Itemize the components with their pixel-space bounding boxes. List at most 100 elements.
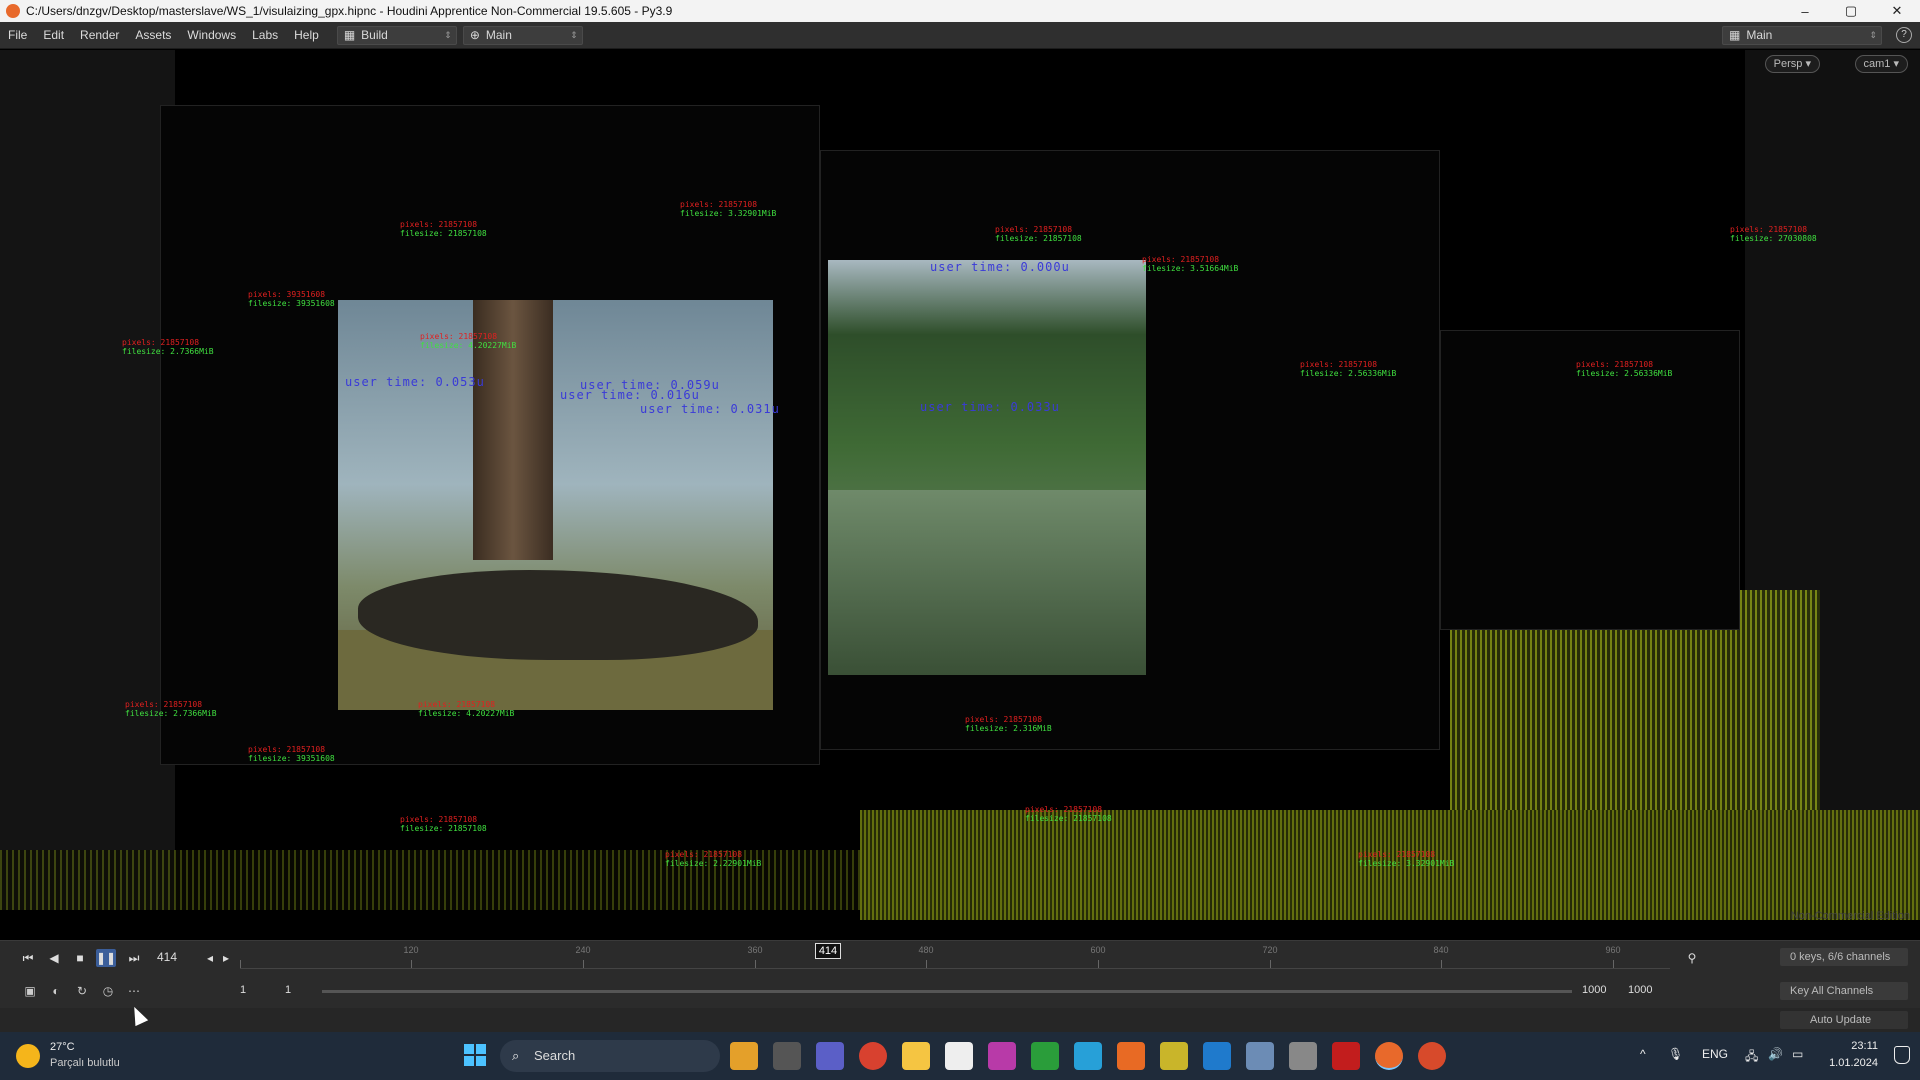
close-button[interactable]: ✕ — [1874, 3, 1920, 19]
point-label: pixels: 21857108 filesize: 21857108 — [400, 815, 487, 833]
playback-end-field[interactable]: 1000 — [1582, 984, 1606, 996]
window-titlebar: C:/Users/dnzgv/Desktop/masterslave/WS_1/… — [0, 0, 1920, 22]
menu-windows[interactable]: Windows — [179, 28, 244, 42]
non-commercial-watermark: Non-Commercial Edition — [1790, 910, 1910, 922]
volume-icon[interactable]: 🔊 — [1768, 1047, 1783, 1061]
point-label: pixels: 21857108 filesize: 2.7366MiB — [125, 700, 217, 718]
photo-park-image — [828, 260, 1146, 675]
jump-end-button[interactable]: ⏭ — [124, 949, 144, 967]
right-desktop-label: Main — [1746, 28, 1773, 42]
loop-icon[interactable]: ↻ — [72, 982, 92, 1000]
vscode-icon[interactable] — [1203, 1042, 1231, 1070]
keys-channels-display[interactable]: 0 keys, 6/6 channels — [1780, 948, 1908, 966]
chevron-down-icon: ⇕ — [444, 29, 452, 40]
camera-menu-button[interactable]: cam1 ▾ — [1854, 55, 1908, 73]
tick-label: 480 — [918, 945, 934, 955]
desktop-label: Build — [361, 28, 388, 42]
monitor-icon[interactable] — [1246, 1042, 1274, 1070]
user-time-label: user time: 0.000u — [930, 260, 1070, 274]
point-label: pixels: 21857108 filesize: 3.32901MiB — [680, 200, 777, 218]
chevron-up-icon[interactable]: ^ — [1640, 1047, 1646, 1061]
window-title: C:/Users/dnzgv/Desktop/masterslave/WS_1/… — [26, 4, 673, 18]
current-frame-field[interactable]: 414 — [157, 950, 177, 964]
minimize-button[interactable]: – — [1782, 4, 1828, 19]
widgets-icon[interactable] — [730, 1042, 758, 1070]
microphone-icon[interactable]: 🎙 — [1668, 1047, 1683, 1061]
network-icon: ⊕ — [469, 28, 480, 42]
file-explorer-icon[interactable] — [902, 1042, 930, 1070]
right-desktop-selector[interactable]: ▦ Main ⇕ — [1722, 25, 1882, 45]
menu-edit[interactable]: Edit — [35, 28, 72, 42]
network-icon[interactable]: 🖧 — [1745, 1047, 1758, 1068]
weather-text: Parçalı bulutlu — [50, 1057, 120, 1069]
range-slider[interactable] — [322, 990, 1572, 993]
key-all-channels-button[interactable]: Key All Channels — [1780, 982, 1908, 1000]
realtime-clock-icon[interactable]: ◷ — [98, 982, 118, 1000]
tick-label: 600 — [1090, 945, 1106, 955]
houdini-launcher-icon[interactable] — [1117, 1042, 1145, 1070]
app-icon[interactable] — [988, 1042, 1016, 1070]
system-clock[interactable]: 23:11 1.01.2024 — [1829, 1038, 1878, 1072]
persp-view-button[interactable]: Persp ▾ — [1764, 55, 1820, 73]
help-icon[interactable]: ? — [1896, 27, 1912, 43]
status-bar: Auto Update — [0, 1008, 1920, 1032]
global-end-field[interactable]: 1000 — [1628, 984, 1652, 996]
houdini-icon[interactable] — [1375, 1042, 1403, 1070]
audio-icon[interactable]: ◐ — [46, 982, 66, 1000]
language-indicator[interactable]: ENG — [1702, 1047, 1728, 1061]
search-placeholder: Search — [534, 1048, 576, 1063]
windows-start-icon[interactable] — [464, 1044, 486, 1066]
key-icon[interactable]: ⚲ — [1682, 949, 1702, 967]
global-start-field[interactable]: 1 — [240, 984, 246, 996]
menu-labs[interactable]: Labs — [244, 28, 286, 42]
task-view-icon[interactable] — [773, 1042, 801, 1070]
step-forward-button[interactable]: ▸ — [216, 949, 236, 967]
xbox-icon[interactable] — [1031, 1042, 1059, 1070]
viewport-left-shading — [0, 50, 175, 910]
point-label: pixels: 21857108 filesize: 2.56336MiB — [1576, 360, 1673, 378]
timeline-ruler[interactable]: 120 240 360 480 600 720 840 960 414 — [240, 943, 1670, 969]
user-time-label: user time: 0.016u — [560, 388, 700, 402]
battery-icon[interactable]: ▭ — [1792, 1047, 1803, 1061]
scope-icon[interactable]: ⋯ — [124, 982, 144, 1000]
stop-button[interactable]: ■ — [70, 949, 90, 967]
temperature: 27°C — [50, 1041, 75, 1053]
weather-icon — [16, 1044, 40, 1068]
menu-render[interactable]: Render — [72, 28, 127, 42]
pane-tab-selector[interactable]: ⊕ Main ⇕ — [462, 25, 583, 45]
frame-cursor[interactable]: 414 — [815, 943, 841, 959]
inkscape-icon[interactable] — [945, 1042, 973, 1070]
tick-label: 360 — [747, 945, 763, 955]
pdf-icon[interactable] — [1332, 1042, 1360, 1070]
point-label: pixels: 21857108 filesize: 3.32901MiB — [1358, 850, 1455, 868]
menu-help[interactable]: Help — [286, 28, 327, 42]
play-reverse-button[interactable]: ◀ — [44, 949, 64, 967]
point-label: pixels: 21857108 filesize: 4.20227MiB — [418, 700, 515, 718]
chrome-icon[interactable] — [859, 1042, 887, 1070]
pause-button[interactable]: ❚❚ — [96, 949, 116, 967]
playback-start-field[interactable]: 1 — [285, 984, 291, 996]
pane-tab-label: Main — [485, 28, 512, 42]
point-label: pixels: 21857108 filesize: 21857108 — [995, 225, 1082, 243]
menu-assets[interactable]: Assets — [127, 28, 179, 42]
notification-bell-icon[interactable] — [1894, 1046, 1910, 1064]
weather-widget[interactable]: 27°C Parçalı bulutlu — [16, 1038, 156, 1074]
desktop-icon: ▦ — [343, 28, 356, 42]
auto-update-button[interactable]: Auto Update — [1780, 1011, 1908, 1029]
settings-icon[interactable] — [1289, 1042, 1317, 1070]
teams-icon[interactable] — [816, 1042, 844, 1070]
taskbar-search[interactable]: ⌕ Search — [500, 1040, 720, 1072]
point-label: pixels: 21857108 filesize: 27030808 — [1730, 225, 1817, 243]
maximize-button[interactable]: ▢ — [1828, 3, 1874, 19]
frame-range-bar: ▣ ◐ ↻ ◷ ⋯ 1 1 1000 1000 Key All Channels — [0, 974, 1920, 1008]
realtime-toggle-icon[interactable]: ▣ — [20, 982, 40, 1000]
point-label: pixels: 21857108 filesize: 2.316MiB — [965, 715, 1052, 733]
desktop-selector[interactable]: ▦ Build ⇕ — [336, 25, 457, 45]
notes-icon[interactable] — [1074, 1042, 1102, 1070]
git-icon[interactable] — [1160, 1042, 1188, 1070]
playbar: ⏮ ◀ ■ ❚❚ ⏭ 414 ◂ ▸ 120 240 360 480 600 7… — [0, 940, 1920, 974]
jump-start-button[interactable]: ⏮ — [18, 949, 38, 967]
scene-viewport[interactable]: pixels: 21857108 filesize: 21857108 pixel… — [0, 50, 1920, 940]
houdini-fx-icon[interactable] — [1418, 1042, 1446, 1070]
menu-file[interactable]: File — [0, 28, 35, 42]
